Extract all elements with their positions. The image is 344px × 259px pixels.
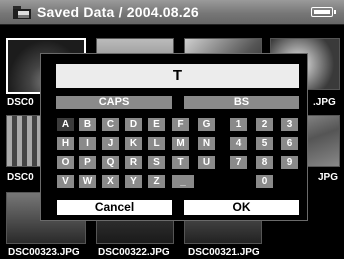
key-a[interactable]: A [57,118,74,131]
key-7[interactable]: 7 [230,156,247,169]
key-4[interactable]: 4 [230,137,247,150]
key-1[interactable]: 1 [230,118,247,131]
key-c[interactable]: C [102,118,119,131]
key-l[interactable]: L [148,137,165,150]
key-o[interactable]: O [57,156,74,169]
key-t[interactable]: T [172,156,189,169]
key-p[interactable]: P [79,156,96,169]
ok-button[interactable]: OK [184,200,299,215]
thumbnail-filename: DSC0 [7,172,34,183]
thumbnail-filename: DSC00322.JPG [98,247,170,258]
key-0[interactable]: 0 [256,175,273,188]
key-z[interactable]: Z [148,175,165,188]
key-r[interactable]: R [125,156,142,169]
key-j[interactable]: J [102,137,119,150]
key-y[interactable]: Y [125,175,142,188]
key-u[interactable]: U [198,156,215,169]
key-9[interactable]: 9 [281,156,298,169]
key-k[interactable]: K [125,137,142,150]
caps-button[interactable]: CAPS [56,96,172,109]
key-underscore[interactable]: _ [172,175,194,188]
key-q[interactable]: Q [102,156,119,169]
thumbnail-filename: DSC00321.JPG [188,247,260,258]
key-h[interactable]: H [57,137,74,150]
page-title: Saved Data / 2004.08.26 [37,4,199,20]
key-6[interactable]: 6 [281,137,298,150]
key-8[interactable]: 8 [256,156,273,169]
key-m[interactable]: M [172,137,189,150]
thumbnail-filename: JPG [318,172,339,183]
cancel-button[interactable]: Cancel [57,200,172,215]
title-bar: Saved Data / 2004.08.26 [0,0,344,25]
key-e[interactable]: E [148,118,165,131]
key-3[interactable]: 3 [281,118,298,131]
key-n[interactable]: N [198,137,215,150]
key-s[interactable]: S [148,156,165,169]
key-2[interactable]: 2 [256,118,273,131]
backspace-button[interactable]: BS [184,96,299,109]
key-f[interactable]: F [172,118,189,131]
thumbnail-filename: .JPG [313,97,336,108]
key-x[interactable]: X [102,175,119,188]
battery-icon [311,7,336,17]
key-5[interactable]: 5 [256,137,273,150]
key-v[interactable]: V [57,175,74,188]
text-input-field[interactable]: T [56,64,299,88]
key-w[interactable]: W [79,175,96,188]
key-g[interactable]: G [198,118,215,131]
thumbnail-filename: DSC00323.JPG [8,247,80,258]
folder-icon [13,6,31,19]
key-b[interactable]: B [79,118,96,131]
key-i[interactable]: I [79,137,96,150]
thumbnail-filename: DSC0 [7,97,34,108]
key-d[interactable]: D [125,118,142,131]
